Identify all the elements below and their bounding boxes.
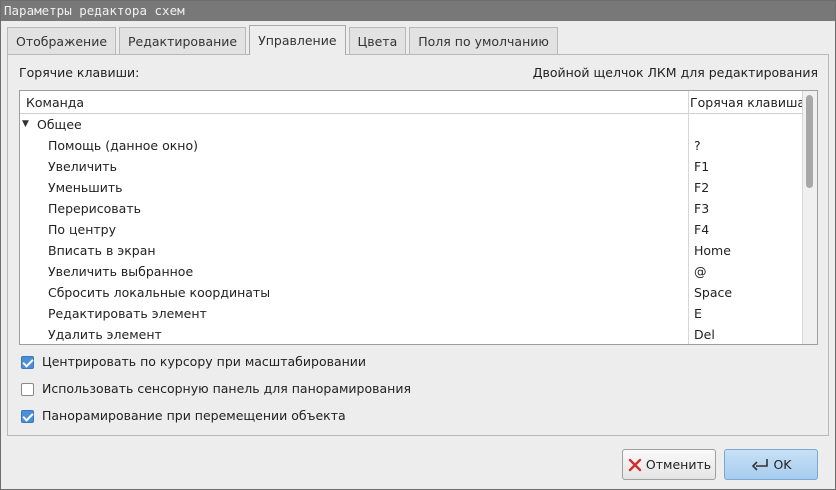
- command-cell: Сбросить локальные координаты: [48, 285, 271, 300]
- command-cell: Увеличить выбранное: [48, 264, 194, 279]
- cancel-button-label: Отменить: [645, 457, 712, 472]
- cancel-button[interactable]: Отменить: [622, 449, 716, 480]
- cancel-icon: [628, 458, 642, 471]
- command-cell: По центру: [48, 222, 117, 237]
- ok-button-label: OK: [773, 457, 792, 472]
- tree-row[interactable]: Редактировать элемент E: [20, 303, 804, 324]
- ok-button[interactable]: OK: [724, 449, 818, 480]
- vertical-scrollbar[interactable]: [802, 91, 817, 344]
- edit-hint: Двойной щелчок ЛКМ для редактирования: [532, 65, 818, 80]
- dialog-window: Параметры редактора схем Отображение Ред…: [0, 0, 836, 490]
- hotkey-cell[interactable]: Space: [694, 282, 732, 303]
- tree-group-row[interactable]: ▼ Общее: [20, 114, 804, 135]
- checkbox[interactable]: [21, 410, 34, 423]
- hotkey-cell[interactable]: Home: [694, 240, 731, 261]
- command-cell: Увеличить: [48, 159, 117, 174]
- tree-row[interactable]: Сбросить локальные координаты Space: [20, 282, 804, 303]
- tree-rows: ▼ Общее Помощь (данное окно)? Увеличить F1…: [20, 114, 804, 344]
- hotkey-cell[interactable]: F3: [694, 198, 709, 219]
- command-cell: Перерисовать: [48, 201, 141, 216]
- checkbox[interactable]: [21, 383, 34, 396]
- tree-row[interactable]: Перерисовать F3: [20, 198, 804, 219]
- enter-icon: [752, 458, 769, 471]
- command-cell: Удалить элемент: [48, 327, 162, 342]
- tree-row[interactable]: По центру F4: [20, 219, 804, 240]
- scrollbar-thumb[interactable]: [806, 95, 813, 188]
- tree-row[interactable]: Помощь (данное окно)?: [20, 135, 804, 156]
- hotkey-cell[interactable]: ?: [694, 135, 701, 156]
- option-label[interactable]: Панорамирование при перемещении объекта: [42, 408, 346, 423]
- tab-colors[interactable]: Цвета: [348, 27, 407, 54]
- tree-row[interactable]: Уменьшить F2: [20, 177, 804, 198]
- command-cell: Вписать в экран: [48, 243, 156, 258]
- tree-row[interactable]: Удалить элемент Del: [20, 324, 804, 344]
- column-header-hotkey[interactable]: Горячая клавиша: [690, 95, 805, 110]
- option-label[interactable]: Центрировать по курсору при масштабирова…: [42, 354, 366, 369]
- tab-editing[interactable]: Редактирование: [119, 27, 247, 54]
- hotkey-cell[interactable]: F1: [694, 156, 709, 177]
- tab-controls[interactable]: Управление: [249, 25, 346, 55]
- group-label: Общее: [37, 117, 82, 132]
- hotkeys-tree[interactable]: Команда Горячая клавиша ▼ Общее Помощь (…: [19, 90, 818, 345]
- hotkey-cell[interactable]: E: [694, 303, 702, 324]
- tab-display[interactable]: Отображение: [7, 27, 117, 54]
- window-title: Параметры редактора схем: [1, 1, 835, 21]
- command-cell: Редактировать элемент: [48, 306, 207, 321]
- hotkeys-label: Горячие клавиши:: [19, 65, 140, 80]
- tree-header: Команда Горячая клавиша: [20, 91, 817, 114]
- hotkey-cell[interactable]: F2: [694, 177, 709, 198]
- hotkey-cell[interactable]: @: [694, 261, 707, 282]
- hotkey-cell[interactable]: F4: [694, 219, 709, 240]
- column-header-command[interactable]: Команда: [26, 95, 84, 110]
- tree-row[interactable]: Вписать в экран Home: [20, 240, 804, 261]
- tab-bar: Отображение Редактирование Управление Цв…: [7, 25, 561, 55]
- command-cell: Помощь (данное окно): [48, 138, 198, 153]
- hotkey-cell[interactable]: Del: [694, 324, 715, 344]
- tab-default-fields[interactable]: Поля по умолчанию: [409, 27, 558, 54]
- tree-row[interactable]: Увеличить выбранное @: [20, 261, 804, 282]
- checkbox[interactable]: [21, 356, 34, 369]
- tree-row[interactable]: Увеличить F1: [20, 156, 804, 177]
- command-cell: Уменьшить: [48, 180, 123, 195]
- option-label[interactable]: Использовать сенсорную панель для панора…: [42, 381, 411, 396]
- controls-panel: Горячие клавиши: Двойной щелчок ЛКМ для …: [7, 54, 829, 436]
- expander-down-icon[interactable]: ▼: [22, 114, 29, 135]
